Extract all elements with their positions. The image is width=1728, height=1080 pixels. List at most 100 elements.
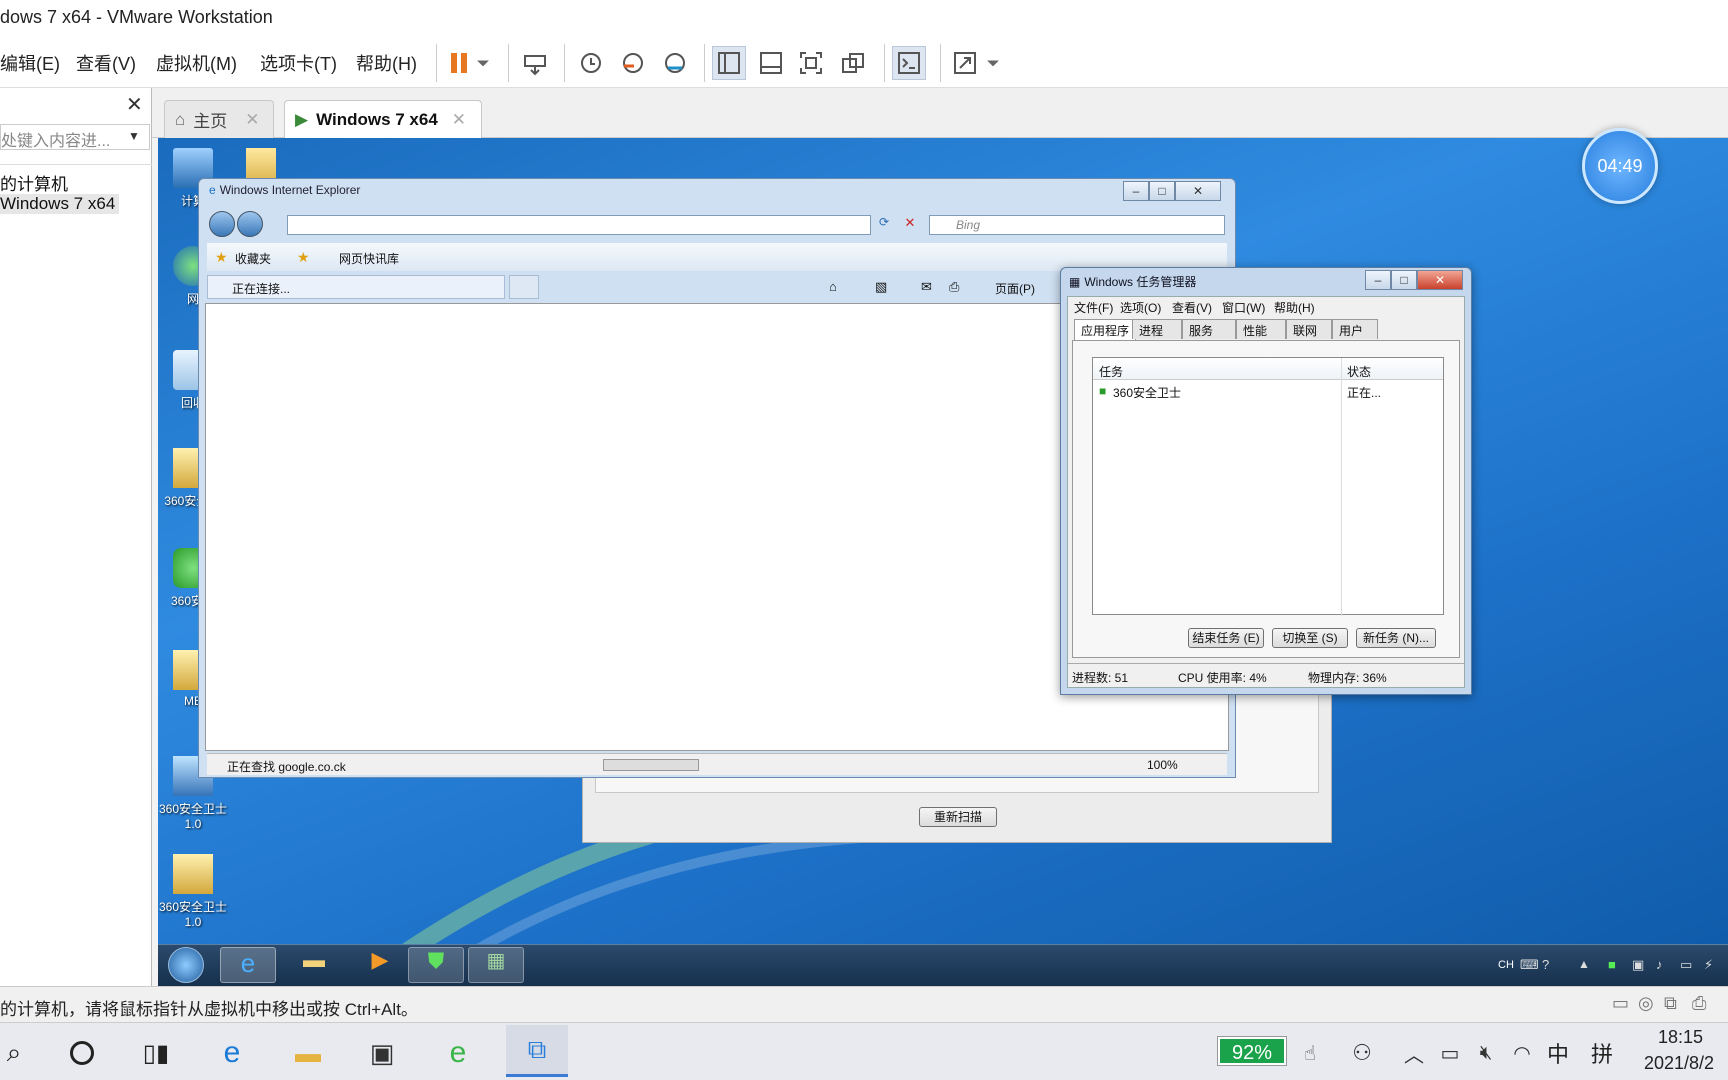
guest-lang-indicator[interactable]: CH bbox=[1498, 959, 1514, 971]
zoom-level[interactable]: 100% bbox=[1147, 758, 1178, 772]
maximize-button[interactable]: □ bbox=[1149, 181, 1175, 201]
page-menu[interactable]: 页面(P) bbox=[995, 280, 1035, 297]
tray-volume-icon[interactable]: ♪ bbox=[1656, 957, 1663, 972]
minimize-button[interactable]: – bbox=[1123, 181, 1149, 201]
library-view-icon[interactable] bbox=[712, 46, 746, 80]
maximize-button[interactable]: □ bbox=[1391, 270, 1417, 290]
task-list[interactable]: 任务 状态 ■ 360安全卫士 正在... bbox=[1092, 357, 1444, 616]
keyboard-icon[interactable]: ⌨ bbox=[1520, 957, 1539, 973]
menu-tabs[interactable]: 选项卡(T) bbox=[260, 50, 337, 76]
search-input[interactable]: Bing bbox=[929, 215, 1225, 235]
tray-network-icon[interactable]: ▣ bbox=[1632, 957, 1644, 973]
tm-menu-view[interactable]: 查看(V) bbox=[1172, 299, 1212, 316]
home-icon[interactable]: ⌂ bbox=[829, 279, 837, 294]
taskbar-explorer-icon[interactable]: ▬ bbox=[286, 947, 342, 983]
address-bar[interactable] bbox=[287, 215, 871, 235]
revert-snapshot-icon[interactable] bbox=[616, 46, 650, 80]
tm-menu-window[interactable]: 窗口(W) bbox=[1222, 299, 1265, 316]
mail-icon[interactable]: ✉ bbox=[921, 279, 932, 295]
menu-edit[interactable]: 编辑(E) bbox=[0, 50, 60, 76]
360-browser-icon[interactable]: e bbox=[436, 1031, 480, 1075]
cd-icon[interactable]: ◎ bbox=[1638, 993, 1654, 1014]
tray-360-icon[interactable]: ■ bbox=[1608, 957, 1616, 972]
tree-item-windows7[interactable]: Windows 7 x64 bbox=[0, 194, 120, 214]
tab-home[interactable]: ⌂ 主页 ✕ bbox=[164, 100, 274, 138]
unity-icon[interactable] bbox=[836, 46, 870, 80]
task-view-icon[interactable]: ▯▮ bbox=[134, 1031, 178, 1075]
close-icon[interactable]: ✕ bbox=[245, 110, 259, 130]
taskbar-360-icon[interactable]: ⛊ bbox=[408, 947, 464, 983]
menu-vm[interactable]: 虚拟机(M) bbox=[156, 50, 237, 76]
favorites-button[interactable]: 收藏夹 bbox=[235, 250, 271, 267]
switch-to-button[interactable]: 切换至 (S) bbox=[1272, 628, 1348, 648]
tab-windows7[interactable]: ▶ Windows 7 x64 ✕ bbox=[284, 100, 482, 138]
battery-percent-badge[interactable]: 92% bbox=[1217, 1036, 1287, 1066]
forward-icon[interactable] bbox=[237, 211, 263, 237]
taskbar-ie-icon[interactable]: e bbox=[220, 947, 276, 983]
stretch-guest-icon[interactable] bbox=[948, 46, 982, 80]
ime-pinyin[interactable]: 拼 bbox=[1580, 1031, 1624, 1075]
cortana-icon[interactable] bbox=[60, 1031, 104, 1075]
close-icon[interactable]: ✕ bbox=[452, 110, 466, 130]
refresh-icon[interactable]: ⟳ bbox=[873, 215, 895, 235]
tray-display-icon[interactable]: ▭ bbox=[1680, 957, 1692, 973]
ie-tab-connecting[interactable]: 正在连接... bbox=[207, 275, 505, 299]
tm-tab-processes[interactable]: 进程 bbox=[1132, 319, 1182, 339]
search-dropdown-icon[interactable]: ▼ bbox=[128, 129, 140, 143]
clock-date[interactable]: 2021/8/2 bbox=[1644, 1053, 1714, 1074]
tm-tab-networking[interactable]: 联网 bbox=[1286, 319, 1332, 339]
chevron-down-icon[interactable] bbox=[982, 46, 1004, 80]
end-task-button[interactable]: 结束任务 (E) bbox=[1188, 628, 1264, 648]
back-icon[interactable] bbox=[209, 211, 235, 237]
snapshot-manager-icon[interactable] bbox=[658, 46, 692, 80]
quick-news-link[interactable]: 网页快讯库 bbox=[339, 250, 399, 267]
col-status[interactable]: 状态 bbox=[1347, 363, 1371, 380]
fullscreen-icon[interactable] bbox=[794, 46, 828, 80]
close-icon[interactable]: ✕ bbox=[126, 92, 143, 117]
printer-icon[interactable]: ⎙ bbox=[1692, 993, 1706, 1014]
search-icon[interactable]: ⌕ bbox=[0, 1031, 36, 1075]
people-icon[interactable]: ⚇ bbox=[1340, 1031, 1384, 1075]
new-task-button[interactable]: 新任务 (N)... bbox=[1356, 628, 1436, 648]
tm-tab-services[interactable]: 服务 bbox=[1182, 319, 1236, 339]
network-adapter-icon[interactable]: ⧉ bbox=[1664, 993, 1677, 1014]
table-row[interactable]: ■ 360安全卫士 正在... bbox=[1093, 382, 1443, 400]
col-task[interactable]: 任务 bbox=[1099, 363, 1123, 380]
close-button[interactable]: ✕ bbox=[1417, 270, 1463, 290]
console-view-icon[interactable] bbox=[892, 46, 926, 80]
touch-icon[interactable]: ☝ bbox=[1288, 1031, 1332, 1075]
tray-power-icon[interactable]: ⚡ bbox=[1704, 957, 1713, 973]
menu-help[interactable]: 帮助(H) bbox=[356, 50, 417, 76]
send-ctrl-alt-del-icon[interactable] bbox=[518, 46, 552, 80]
file-explorer-icon[interactable]: ▬ bbox=[286, 1031, 330, 1075]
minimize-button[interactable]: – bbox=[1365, 270, 1391, 290]
stop-icon[interactable]: ✕ bbox=[899, 215, 921, 235]
add-favorite-icon[interactable]: ★ bbox=[297, 249, 310, 266]
taskbar-taskmgr-icon[interactable]: ▦ bbox=[468, 947, 524, 983]
vmware-icon[interactable]: ⧉ bbox=[506, 1025, 568, 1077]
tray-chevron-icon[interactable]: ▲ bbox=[1578, 957, 1590, 971]
tm-tab-performance[interactable]: 性能 bbox=[1236, 319, 1286, 339]
menu-view[interactable]: 查看(V) bbox=[76, 50, 136, 76]
new-tab-button[interactable] bbox=[509, 275, 539, 299]
hdd-icon[interactable]: ▭ bbox=[1612, 993, 1629, 1014]
tm-menu-help[interactable]: 帮助(H) bbox=[1274, 299, 1315, 316]
clock-time[interactable]: 18:15 bbox=[1658, 1027, 1703, 1048]
desktop-icon-360-folder[interactable]: 360安全卫士 1.0 bbox=[158, 854, 228, 929]
tm-menu-file[interactable]: 文件(F) bbox=[1074, 299, 1113, 316]
rss-icon[interactable]: ▧ bbox=[875, 279, 887, 295]
snapshot-icon[interactable] bbox=[574, 46, 608, 80]
tm-tab-users[interactable]: 用户 bbox=[1332, 319, 1378, 339]
close-button[interactable]: ✕ bbox=[1175, 181, 1221, 201]
chevron-down-icon[interactable] bbox=[472, 46, 494, 80]
tm-tab-applications[interactable]: 应用程序 bbox=[1074, 319, 1137, 341]
print-icon[interactable]: ⎙ bbox=[949, 279, 959, 295]
thumbnail-bar-icon[interactable] bbox=[754, 46, 788, 80]
tree-item-my-computer[interactable]: 的计算机 bbox=[0, 170, 68, 195]
taskbar-media-player-icon[interactable]: ▶ bbox=[352, 947, 408, 983]
rescan-button[interactable]: 重新扫描 bbox=[919, 807, 997, 827]
edge-icon[interactable]: e bbox=[210, 1031, 254, 1075]
tm-menu-options[interactable]: 选项(O) bbox=[1120, 299, 1161, 316]
start-button[interactable] bbox=[168, 947, 204, 983]
help-icon[interactable]: ? bbox=[1542, 957, 1549, 972]
